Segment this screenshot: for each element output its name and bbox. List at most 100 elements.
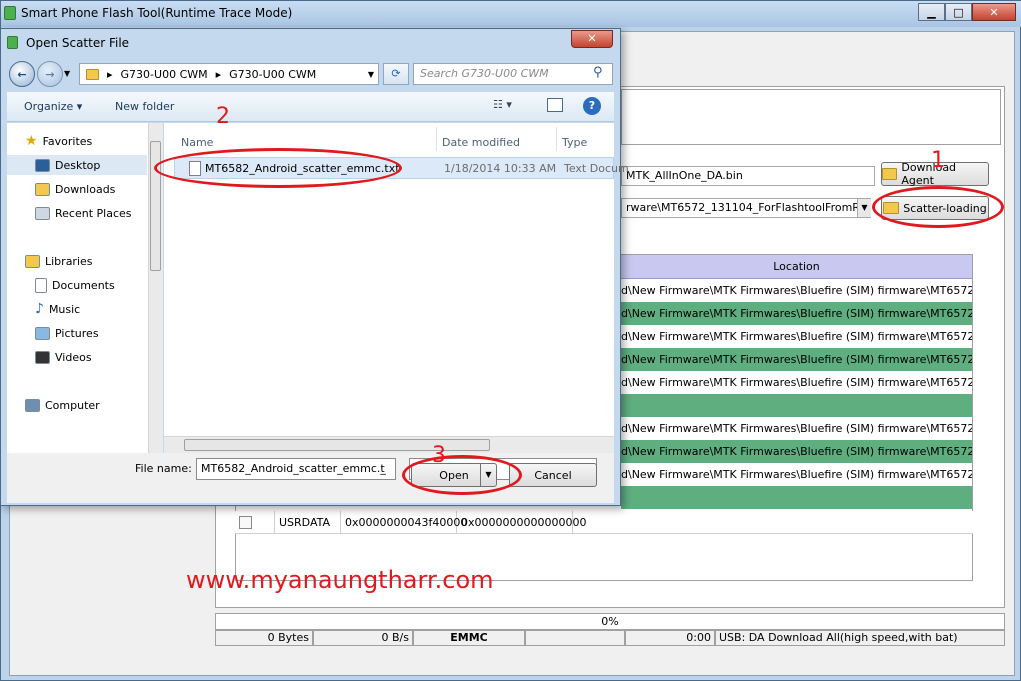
view-options-icon[interactable]: ☷ ▾ [493,98,512,111]
back-arrow-icon[interactable]: ← [9,61,35,87]
main-window-title: Smart Phone Flash Tool(Runtime Trace Mod… [21,6,293,20]
nav-label: Downloads [55,182,116,196]
chevron-down-icon[interactable]: ▼ [64,69,70,78]
address-bar[interactable]: ▸ G730-U00 CWM ▸ G730-U00 CWM ▼ [79,63,379,85]
app-icon [4,6,16,20]
documents-icon [35,277,47,293]
status-blank [525,630,625,646]
status-storage: EMMC [413,630,525,646]
row-checkbox-cell [235,511,275,534]
forward-arrow-icon[interactable]: → [37,61,63,87]
file-name-input[interactable]: MT6582_Android_scatter_emmc.t̲ [196,458,396,480]
column-header-type[interactable]: Type [562,136,587,149]
status-rate: 0 B/s [313,630,413,646]
table-row[interactable]: d\New Firmware\MTK Firmwares\Bluefire (S… [621,325,972,348]
nav-desktop[interactable]: Desktop [7,155,147,175]
nav-computer[interactable]: Computer [25,395,100,415]
nav-label: Recent Places [55,206,132,220]
cancel-label: Cancel [534,468,572,482]
help-icon[interactable]: ? [583,97,601,115]
nav-favorites[interactable]: ★ Favorites [25,131,92,151]
star-icon: ★ [25,133,38,149]
column-header-date[interactable]: Date modified [442,136,520,149]
table-row[interactable]: d\New Firmware\MTK Firmwares\Bluefire (S… [621,463,972,486]
close-icon[interactable]: ✕ [571,30,613,48]
table-row[interactable]: d\New Firmware\MTK Firmwares\Bluefire (S… [621,348,972,371]
status-bytes: 0 Bytes [215,630,313,646]
search-input[interactable]: Search G730-U00 CWM [413,63,613,85]
table-row[interactable]: d\New Firmware\MTK Firmwares\Bluefire (S… [621,417,972,440]
downloads-folder-icon [35,182,50,196]
annotation-step-2: 2 [216,104,230,129]
minimize-icon[interactable]: ▁ [918,3,945,21]
nav-label: Computer [45,398,100,412]
nav-documents[interactable]: Documents [35,275,115,295]
nav-downloads[interactable]: Downloads [35,179,115,199]
file-list-hscrollbar[interactable] [164,436,614,453]
maximize-icon[interactable]: □ [945,3,972,21]
libraries-icon [25,254,40,268]
breadcrumb-item[interactable]: G730-U00 CWM [121,68,208,81]
chevron-right-icon: ▸ [215,67,222,81]
cancel-button[interactable]: Cancel [509,463,597,487]
nav-libraries[interactable]: Libraries [25,251,93,271]
file-date: 1/18/2014 10:33 AM [444,162,557,175]
annotation-step-3: 3 [432,443,446,468]
nav-label: Libraries [45,254,93,268]
table-row[interactable]: d\New Firmware\MTK Firmwares\Bluefire (S… [621,371,972,394]
folder-icon [882,168,898,180]
scrollbar-thumb[interactable] [150,141,161,271]
folder-icon [86,68,99,80]
nav-videos[interactable]: Videos [35,347,92,367]
table-row[interactable]: USRDATA 0x0000000043f40000 0x00000000000… [235,511,973,534]
table-row[interactable] [621,486,972,509]
nav-label: Music [48,302,81,316]
music-icon: ♪ [35,301,44,317]
refresh-icon[interactable]: ⟳ [383,63,409,85]
annotation-ellipse-scatter [872,186,1004,228]
table-row[interactable]: d\New Firmware\MTK Firmwares\Bluefire (S… [621,440,972,463]
column-header-name[interactable]: Name [181,136,213,149]
new-folder-button[interactable]: New folder [115,100,174,113]
status-bar: 0 Bytes 0 B/s EMMC 0:00 USB: DA Download… [215,630,1005,646]
nav-recent-places[interactable]: Recent Places [35,203,132,223]
nav-label: Pictures [55,326,99,340]
end-address: 0x0000000000000000 [457,511,587,534]
scatter-path-combo[interactable]: rware\MT6572_131104_ForFlashtoolFromRead… [621,198,871,218]
window-controls: ▁ □ ✕ [918,3,1016,21]
search-icon: ⚲ [593,65,603,80]
breadcrumb-item[interactable]: G730-U00 CWM [229,68,316,81]
computer-icon [25,398,40,412]
watermark-text: www.myanaungtharr.com [186,566,494,594]
nav-pictures[interactable]: Pictures [35,323,99,343]
annotation-ellipse-file [154,148,402,188]
open-scatter-dialog: Open Scatter File ✕ ← → ▼ ▸ G730-U00 CWM… [0,28,629,506]
partition-name: USRDATA [275,511,341,534]
row-checkbox[interactable] [239,516,252,529]
download-agent-path[interactable]: MTK_AllInOne_DA.bin [621,166,875,186]
chevron-right-icon: ▸ [107,67,113,81]
organize-button[interactable]: Organize ▾ [24,100,82,113]
recent-places-icon [35,206,50,220]
main-titlebar: Smart Phone Flash Tool(Runtime Trace Mod… [1,1,1021,27]
dialog-titlebar: Open Scatter File ✕ [1,29,620,55]
videos-icon [35,350,50,364]
table-row[interactable]: d\New Firmware\MTK Firmwares\Bluefire (S… [621,302,972,325]
progress-bar: 0% [215,613,1005,630]
pictures-icon [35,326,50,340]
close-icon[interactable]: ✕ [972,3,1016,21]
status-time: 0:00 [625,630,715,646]
desktop-icon [35,158,50,172]
preview-pane-icon[interactable] [547,98,563,112]
dialog-title: Open Scatter File [26,36,130,50]
column-header-location: Location [621,255,972,279]
table-row[interactable]: d\New Firmware\MTK Firmwares\Bluefire (S… [621,279,972,302]
chevron-down-icon[interactable]: ▼ [368,70,374,79]
chevron-down-icon[interactable]: ▼ [857,199,871,217]
nav-music[interactable]: ♪ Music [35,299,80,319]
dialog-toolbar: Organize ▾ New folder ☷ ▾ ? [7,92,614,122]
annotation-ellipse-open [402,455,522,495]
table-row[interactable] [621,394,972,417]
begin-address: 0x0000000043f40000 [341,511,467,534]
annotation-step-1: 1 [931,148,945,173]
